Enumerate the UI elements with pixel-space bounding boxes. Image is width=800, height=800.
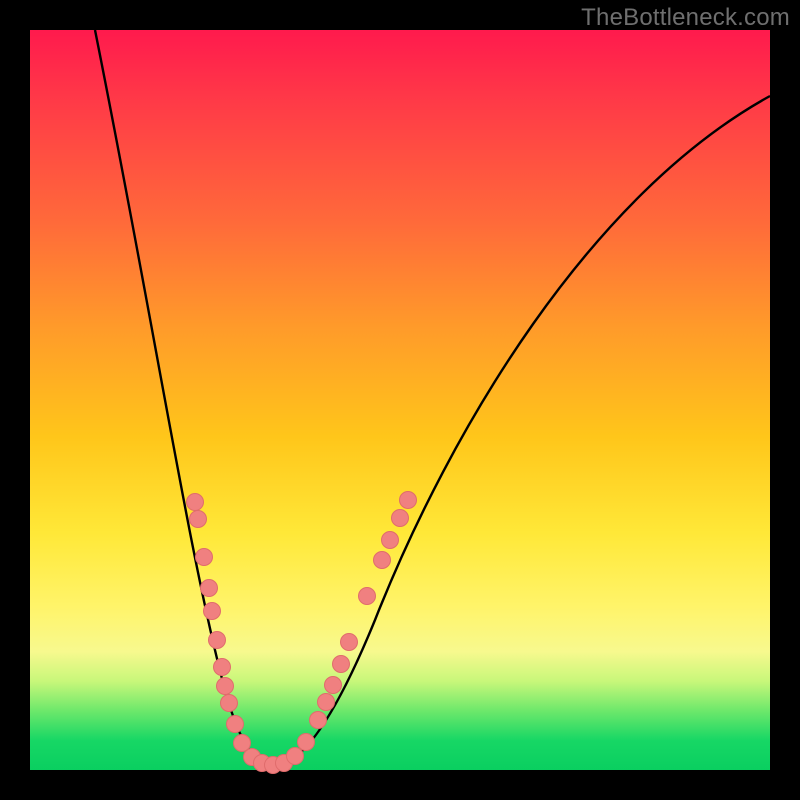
data-dot: [221, 695, 238, 712]
data-dot: [187, 494, 204, 511]
data-dot: [382, 532, 399, 549]
data-dot: [190, 511, 207, 528]
plot-area: [30, 30, 770, 770]
data-dot: [333, 656, 350, 673]
data-dot: [287, 748, 304, 765]
data-dot: [310, 712, 327, 729]
watermark-text: TheBottleneck.com: [581, 4, 790, 32]
data-dot: [214, 659, 231, 676]
data-dot: [234, 735, 251, 752]
data-dot: [374, 552, 391, 569]
data-dot: [325, 677, 342, 694]
data-dot: [359, 588, 376, 605]
data-dot: [318, 694, 335, 711]
data-dot: [209, 632, 226, 649]
data-dot: [400, 492, 417, 509]
curve-svg: [30, 30, 770, 770]
data-dot: [298, 734, 315, 751]
bottleneck-curve: [95, 30, 770, 765]
data-dot: [201, 580, 218, 597]
data-dots: [187, 492, 417, 774]
data-dot: [204, 603, 221, 620]
data-dot: [217, 678, 234, 695]
data-dot: [341, 634, 358, 651]
data-dot: [227, 716, 244, 733]
data-dot: [196, 549, 213, 566]
data-dot: [392, 510, 409, 527]
chart-frame: TheBottleneck.com: [0, 0, 800, 800]
